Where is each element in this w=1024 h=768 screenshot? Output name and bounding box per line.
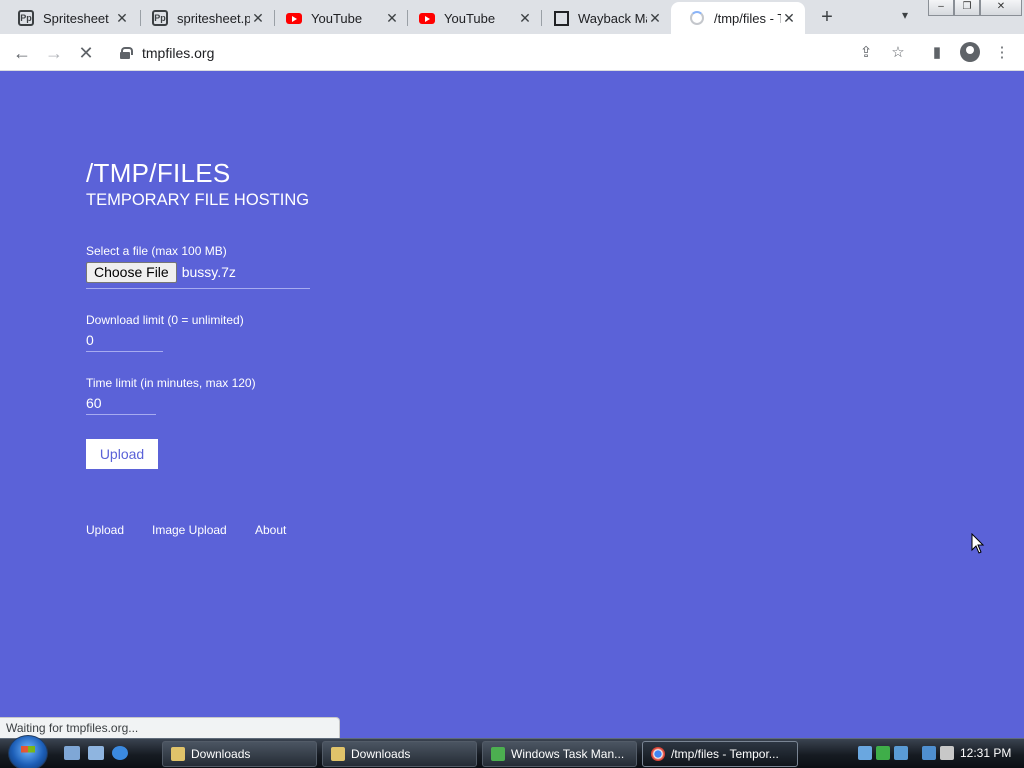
close-tab-icon[interactable]: ✕ [781,10,797,26]
tab-strip: Pp Spritesheet ✕ Pp spritesheet.p ✕ YouT… [0,0,1024,34]
security-tray-icon[interactable] [894,746,908,760]
taskbar-item-label: Downloads [351,747,411,761]
bookmark-star-icon[interactable]: ☆ [888,43,908,63]
page-title: /TMP/FILES [86,158,231,188]
battery-tray-icon[interactable] [876,746,890,760]
youtube-icon [286,10,302,26]
tab-search-chevron-icon[interactable]: ▾ [896,8,914,26]
footer-link-about[interactable]: About [255,523,286,537]
new-tab-button[interactable]: + [816,6,838,28]
network-tray-icon[interactable] [858,746,872,760]
close-tab-icon[interactable]: ✕ [384,10,400,26]
upload-button[interactable]: Upload [86,439,158,469]
back-button[interactable]: ← [10,41,34,65]
tab-title: /tmp/files - T [714,10,781,26]
tab-spritesheet-2[interactable]: Pp spritesheet.p ✕ [134,2,274,34]
choose-file-button[interactable]: Choose File [86,262,177,283]
tab-spritesheet-1[interactable]: Pp Spritesheet ✕ [0,2,138,34]
taskbar-item-chrome[interactable]: /tmp/files - Tempor... [642,741,798,767]
window-controls: – ❐ ✕ [928,0,1022,16]
restore-button[interactable]: ❐ [954,0,980,16]
window-switcher-icon[interactable] [88,746,104,760]
muted-volume-icon[interactable] [940,746,954,760]
system-clock[interactable]: 12:31 PM [960,746,1011,760]
tab-title: Spritesheet [43,10,109,26]
download-limit-input[interactable] [86,330,163,352]
youtube-icon [419,10,435,26]
time-limit-label: Time limit (in minutes, max 120) [86,376,256,390]
tab-title: YouTube [444,10,496,26]
file-input[interactable]: Choose File bussy.7z [86,262,310,289]
selected-file-name: bussy.7z [181,264,236,280]
loading-spinner-icon [689,10,705,26]
tab-title: spritesheet.p [177,10,250,26]
tab-wayback[interactable]: Wayback Ma ✕ [535,2,671,34]
taskbar-item-task-manager[interactable]: Windows Task Man... [482,741,637,767]
taskbar-item-label: Windows Task Man... [511,747,625,761]
tab-tmpfiles[interactable]: /tmp/files - T ✕ [671,2,805,34]
photopea-icon: Pp [152,10,168,26]
task-manager-icon [491,747,505,761]
close-tab-icon[interactable]: ✕ [647,10,663,26]
browser-toolbar: ← → ✕ tmpfiles.org ⇪ ☆ ▮ ⋮ [0,34,1024,71]
close-tab-icon[interactable]: ✕ [517,10,533,26]
forward-button[interactable]: → [42,41,66,65]
folder-icon [331,747,345,761]
url-text: tmpfiles.org [142,44,215,61]
time-limit-input[interactable] [86,393,156,415]
taskbar: Downloads Downloads Windows Task Man... … [0,735,1024,768]
taskbar-item-downloads-1[interactable]: Downloads [162,741,317,767]
close-tab-icon[interactable]: ✕ [114,10,130,26]
show-desktop-icon[interactable] [64,746,80,760]
display-tray-icon[interactable] [922,746,936,760]
status-bubble: Waiting for tmpfiles.org... [0,717,340,738]
photopea-icon: Pp [18,10,34,26]
close-window-button[interactable]: ✕ [980,0,1022,16]
menu-icon[interactable]: ⋮ [992,43,1012,63]
tab-title: YouTube [311,10,363,26]
chrome-icon [651,747,665,761]
lock-icon[interactable] [120,46,133,59]
taskbar-item-downloads-2[interactable]: Downloads [322,741,477,767]
side-panel-icon[interactable]: ▮ [927,43,947,63]
address-bar[interactable]: tmpfiles.org [108,38,918,67]
tab-youtube-1[interactable]: YouTube ✕ [268,2,408,34]
page-subtitle: TEMPORARY FILE HOSTING [86,191,310,209]
mouse-cursor-icon [971,533,985,554]
stop-loading-button[interactable]: ✕ [74,41,98,65]
download-limit-label: Download limit (0 = unlimited) [86,313,244,327]
minimize-button[interactable]: – [928,0,954,16]
taskbar-item-label: /tmp/files - Tempor... [671,747,779,761]
footer-link-upload[interactable]: Upload [86,523,124,537]
file-field-label: Select a file (max 100 MB) [86,244,227,258]
profile-avatar[interactable] [960,42,980,62]
start-button[interactable] [8,735,48,768]
internet-explorer-icon[interactable] [112,746,128,760]
tab-youtube-2[interactable]: YouTube ✕ [401,2,541,34]
close-tab-icon[interactable]: ✕ [250,10,266,26]
folder-icon [171,747,185,761]
taskbar-item-label: Downloads [191,747,251,761]
share-icon[interactable]: ⇪ [856,43,876,63]
footer-link-image-upload[interactable]: Image Upload [152,523,227,537]
tab-title: Wayback Ma [578,10,647,26]
wayback-icon [553,10,569,26]
